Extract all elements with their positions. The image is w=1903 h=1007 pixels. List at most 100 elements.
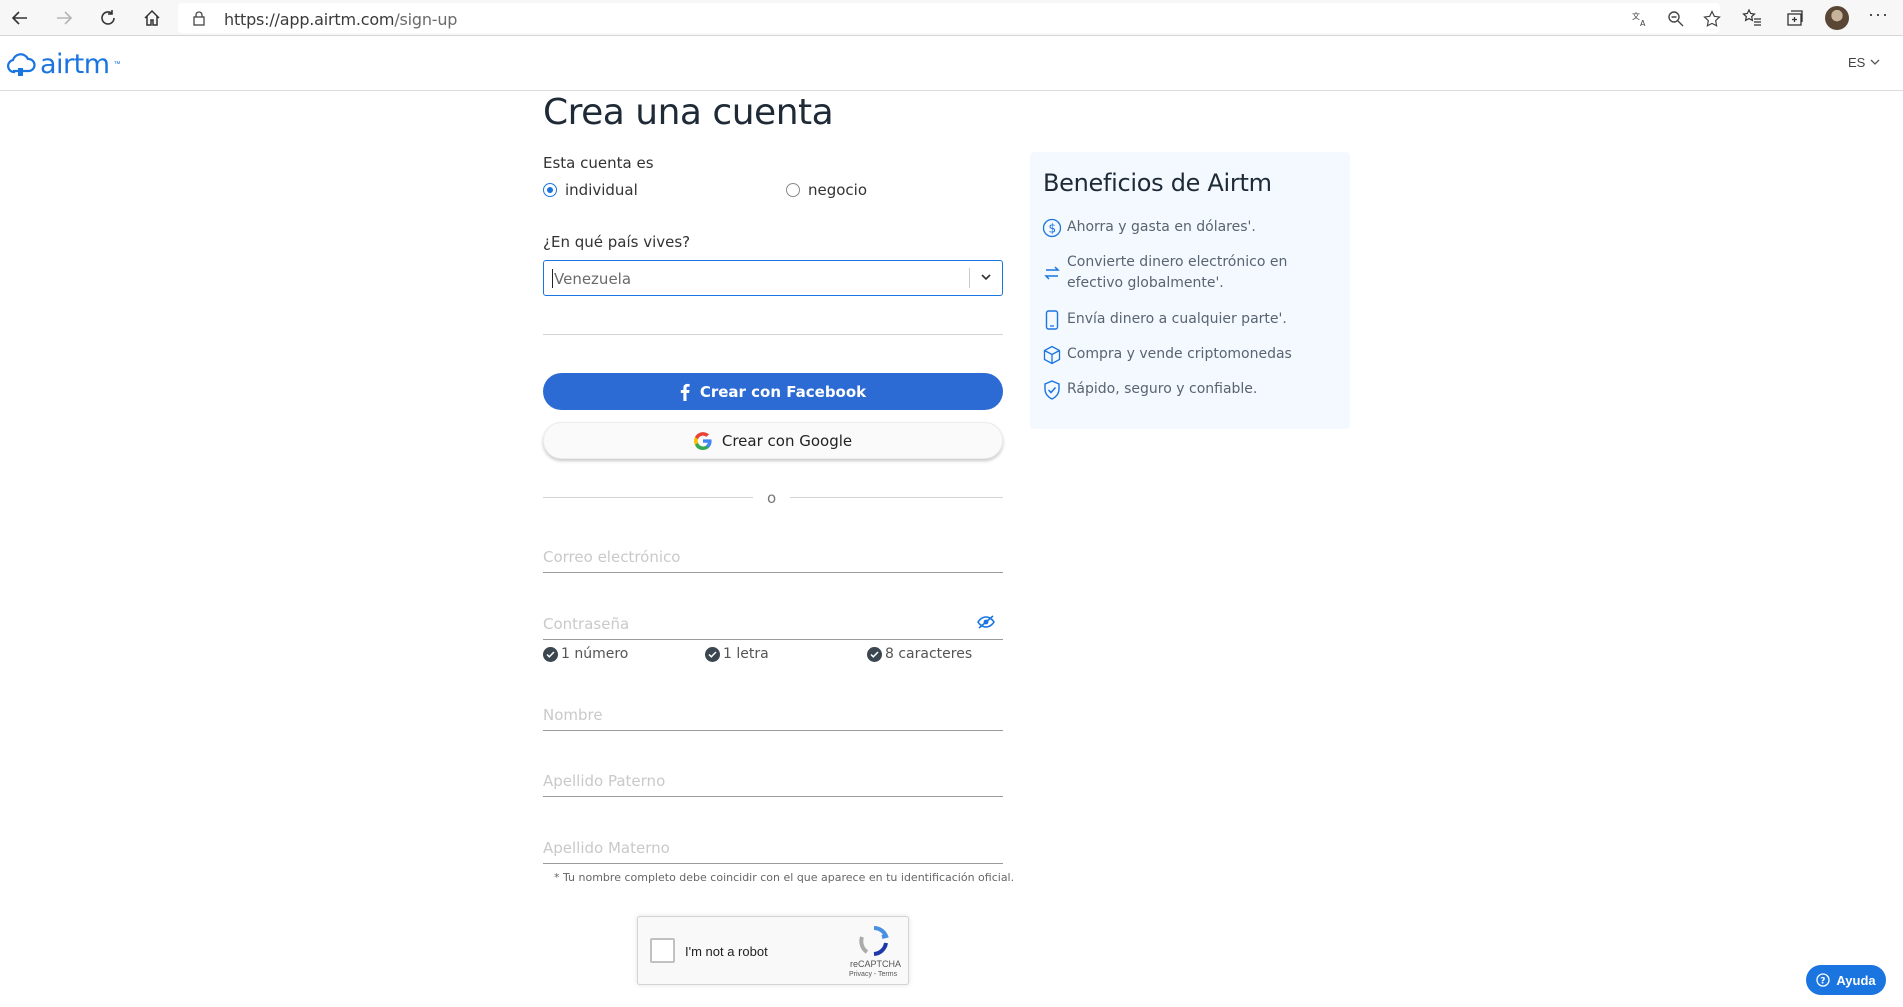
maternal-surname-placeholder: Apellido Materno [543, 839, 670, 857]
requirement-label: 1 letra [723, 646, 769, 662]
help-circle-icon: ? [1816, 973, 1831, 987]
profile-avatar[interactable] [1825, 6, 1849, 30]
email-field[interactable]: Correo electrónico [543, 543, 1003, 573]
password-placeholder: Contraseña [543, 615, 630, 633]
text-cursor [552, 269, 553, 288]
radio-negocio[interactable]: negocio [786, 181, 867, 199]
google-signup-button[interactable]: Crear con Google [543, 422, 1003, 459]
recaptcha-logo-icon [858, 925, 890, 962]
or-divider-right [790, 497, 1003, 498]
cloud-logo-icon [7, 52, 36, 76]
dollar-icon: $ [1042, 217, 1062, 238]
benefit-item: $ Ahorra y gasta en dólares'. [1042, 217, 1342, 238]
benefits-panel: Beneficios de Airtm $ Ahorra y gasta en … [1030, 152, 1350, 429]
collections-icon[interactable] [1783, 6, 1807, 30]
svg-text:文: 文 [1632, 11, 1640, 21]
radio-individual-label: individual [565, 181, 638, 199]
benefit-item: Envía dinero a cualquier parte'. [1042, 309, 1342, 330]
shield-check-icon [1042, 379, 1062, 400]
reload-button[interactable] [94, 4, 122, 32]
language-selector[interactable]: ES [1848, 55, 1880, 70]
svg-text:$: $ [1049, 221, 1057, 235]
radio-dot-selected[interactable] [543, 183, 557, 197]
paternal-surname-field[interactable]: Apellido Paterno [543, 767, 1003, 797]
url-text: https://app.airtm.com/sign-up [224, 10, 458, 29]
zoom-icon[interactable] [1666, 9, 1686, 29]
logo-trademark: ™ [113, 61, 121, 68]
recaptcha-label: I'm not a robot [685, 944, 768, 959]
benefit-item: Rápido, seguro y confiable. [1042, 379, 1342, 400]
page-title: Crea una cuenta [543, 92, 834, 133]
facebook-signup-button[interactable]: Crear con Facebook [543, 373, 1003, 410]
arrow-right-icon [57, 11, 73, 25]
password-requirement-number: 1 número [543, 646, 628, 662]
translate-icon[interactable]: 文A [1630, 9, 1650, 29]
more-options-icon[interactable]: ··· [1868, 4, 1889, 25]
favorites-list-icon[interactable] [1740, 6, 1764, 30]
lock-icon [192, 10, 206, 31]
requirement-label: 8 caracteres [885, 646, 973, 662]
check-circle-icon [543, 646, 558, 662]
or-divider-left [543, 497, 753, 498]
facebook-icon [680, 383, 690, 401]
chevron-down-icon [1870, 59, 1880, 65]
help-button-label: Ayuda [1836, 972, 1876, 988]
arrow-left-icon [11, 11, 27, 25]
help-button[interactable]: ? Ayuda [1806, 965, 1886, 995]
recaptcha-checkbox[interactable] [650, 938, 675, 963]
recaptcha-links[interactable]: Privacy - Terms [849, 971, 897, 978]
home-button[interactable] [138, 4, 166, 32]
facebook-button-label: Crear con Facebook [699, 382, 867, 401]
check-circle-icon [867, 646, 882, 662]
radio-individual[interactable]: individual [543, 181, 638, 199]
radio-negocio-label: negocio [808, 181, 868, 199]
country-label: ¿En qué país vives? [543, 233, 691, 251]
first-name-placeholder: Nombre [543, 706, 603, 724]
benefit-text: Compra y vende criptomonedas [1067, 346, 1292, 362]
select-separator [969, 268, 970, 288]
email-placeholder: Correo electrónico [543, 548, 681, 566]
airtm-logo[interactable]: airtm ™ [6, 49, 121, 80]
logo-text: airtm [40, 49, 110, 80]
app-header: airtm ™ ES [0, 37, 1903, 91]
benefits-title: Beneficios de Airtm [1043, 169, 1272, 197]
benefit-text: Ahorra y gasta en dólares'. [1067, 219, 1256, 235]
forward-button[interactable] [50, 4, 78, 32]
recaptcha-widget: I'm not a robot reCAPTCHA Privacy - Term… [637, 916, 909, 985]
recaptcha-brand: reCAPTCHA [850, 959, 902, 969]
svg-text:A: A [1640, 19, 1646, 28]
check-circle-icon [705, 646, 720, 662]
password-requirement-letter: 1 letra [705, 646, 769, 662]
name-note: * Tu nombre completo debe coincidir con … [554, 871, 1015, 884]
or-separator-text: o [767, 489, 777, 507]
requirement-label: 1 número [561, 646, 629, 662]
country-select[interactable]: Venezuela [543, 260, 1003, 296]
browser-toolbar: https://app.airtm.com/sign-up 文A ··· [0, 0, 1903, 36]
benefit-item: Convierte dinero electrónico en efectivo… [1042, 252, 1342, 294]
svg-text:?: ? [1821, 977, 1826, 987]
radio-dot[interactable] [786, 183, 800, 197]
account-type-label: Esta cuenta es [543, 154, 654, 172]
password-field[interactable]: Contraseña [543, 610, 1003, 640]
country-value: Venezuela [554, 270, 632, 288]
chevron-down-icon[interactable] [979, 270, 993, 289]
section-divider [543, 334, 1003, 335]
maternal-surname-field[interactable]: Apellido Materno [543, 834, 1003, 864]
paternal-surname-placeholder: Apellido Paterno [543, 772, 666, 790]
back-button[interactable] [6, 4, 34, 32]
google-button-label: Crear con Google [721, 431, 853, 450]
google-icon [693, 431, 712, 450]
language-label: ES [1848, 55, 1866, 70]
favorite-star-icon[interactable] [1702, 9, 1722, 29]
benefit-item: Compra y vende criptomonedas [1042, 344, 1342, 365]
first-name-field[interactable]: Nombre [543, 701, 1003, 731]
address-bar[interactable]: https://app.airtm.com/sign-up 文A [178, 3, 1722, 33]
reload-icon [101, 10, 115, 25]
eye-slash-icon[interactable] [977, 615, 995, 634]
phone-icon [1042, 309, 1062, 330]
password-requirement-length: 8 caracteres [867, 646, 972, 662]
benefit-text: Rápido, seguro y confiable. [1067, 381, 1258, 397]
home-icon [144, 9, 160, 26]
benefit-text: Envía dinero a cualquier parte'. [1067, 311, 1287, 327]
cube-icon [1042, 344, 1062, 365]
